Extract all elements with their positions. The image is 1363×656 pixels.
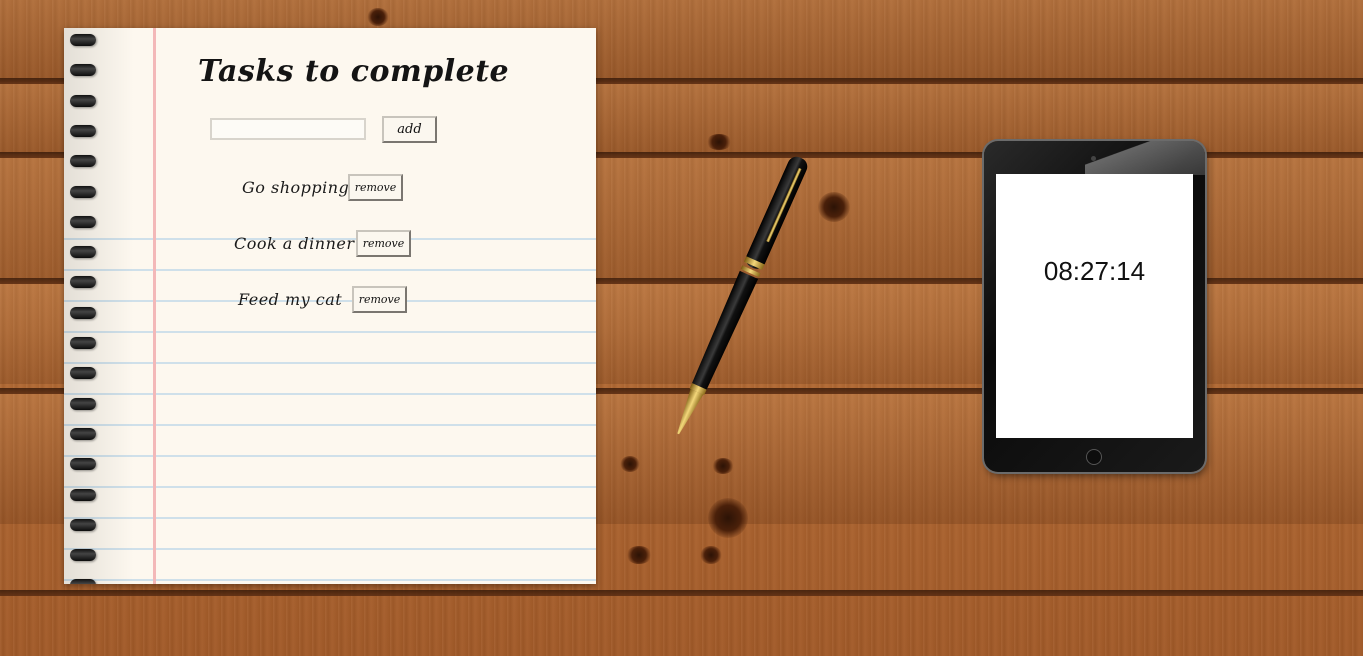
wood-knot	[620, 456, 640, 472]
spiral-ring	[70, 579, 96, 584]
remove-task-button[interactable]: remove	[352, 286, 407, 313]
task-label: Go shopping	[242, 178, 350, 197]
spiral-ring	[70, 185, 96, 198]
remove-task-button[interactable]: remove	[356, 230, 411, 257]
home-button-icon	[1086, 449, 1102, 465]
wood-knot	[367, 8, 389, 26]
spiral-ring	[70, 246, 96, 259]
wood-knot	[708, 498, 748, 538]
task-item: Go shopping remove	[242, 174, 412, 202]
remove-task-button[interactable]: remove	[348, 174, 403, 201]
wood-knot	[818, 192, 850, 222]
spiral-ring	[70, 367, 96, 380]
task-label: Cook a dinner	[234, 234, 355, 253]
spiral-ring	[70, 306, 96, 319]
task-item: Cook a dinner remove	[234, 230, 414, 258]
margin-line	[153, 28, 156, 584]
task-label: Feed my cat	[238, 290, 343, 309]
page-title: Tasks to complete	[198, 54, 510, 89]
task-item: Feed my cat remove	[238, 286, 413, 314]
tablet-device: 08:27:14	[984, 141, 1205, 472]
wood-knot	[712, 458, 734, 474]
spiral-binding	[64, 34, 100, 584]
spiral-ring	[70, 337, 96, 349]
spiral-ring	[70, 518, 96, 531]
tablet-glare	[1085, 141, 1205, 175]
pen-icon	[677, 156, 808, 435]
spiral-ring	[70, 427, 96, 440]
spiral-ring	[70, 458, 96, 471]
spiral-ring	[70, 34, 96, 46]
spiral-ring	[70, 549, 96, 562]
camera-icon	[1091, 156, 1096, 161]
spiral-ring	[70, 488, 96, 501]
spiral-ring	[70, 124, 96, 137]
notebook-page: Tasks to complete add Go shopping remove…	[64, 28, 596, 584]
wood-knot	[700, 546, 722, 564]
new-task-input[interactable]	[210, 118, 366, 140]
spiral-ring	[70, 276, 96, 289]
wood-knot	[626, 546, 652, 564]
plank-seam	[0, 590, 1363, 596]
tablet-screen: 08:27:14	[996, 174, 1193, 438]
digital-clock: 08:27:14	[1043, 256, 1146, 286]
add-task-button[interactable]: add	[382, 116, 437, 143]
spiral-ring	[70, 397, 96, 410]
spiral-ring	[70, 155, 96, 168]
spiral-ring	[70, 215, 96, 228]
spiral-ring	[70, 64, 96, 77]
spiral-ring	[70, 94, 96, 107]
